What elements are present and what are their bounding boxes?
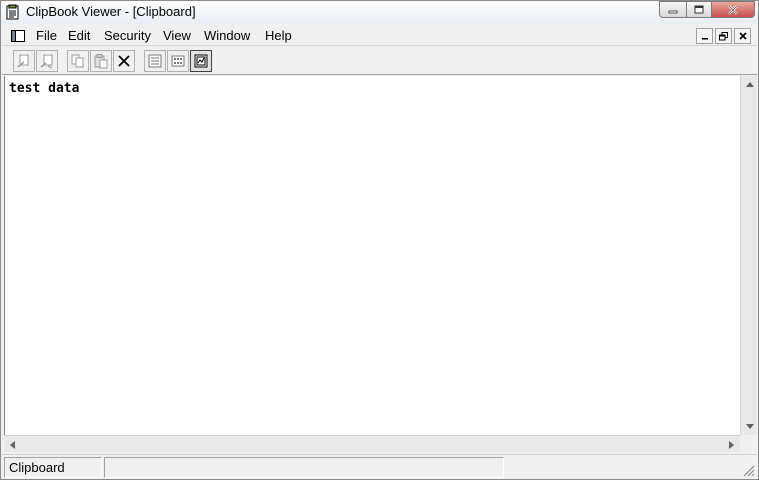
close-button[interactable] [711, 1, 755, 18]
table-of-contents-button[interactable] [144, 50, 166, 72]
copy-button[interactable] [67, 50, 89, 72]
document-minimize-button[interactable] [696, 28, 713, 44]
arrow-left-icon [10, 440, 15, 449]
clipboard-text: test data [9, 81, 80, 96]
menu-file[interactable]: File [36, 28, 57, 43]
menu-help[interactable]: Help [265, 28, 292, 43]
thumbnails-icon [171, 55, 185, 67]
clipbook-app-icon[interactable] [5, 4, 21, 20]
full-page-button[interactable] [190, 50, 212, 72]
paste-button[interactable] [90, 50, 112, 72]
table-of-contents-icon [148, 54, 162, 68]
connect-button[interactable] [13, 50, 35, 72]
status-pane-info [104, 457, 504, 478]
arrow-down-icon [745, 424, 754, 429]
menu-bar: File Edit Security View Window Help [2, 26, 757, 46]
toolbar [2, 48, 757, 75]
scroll-left-button[interactable] [4, 436, 21, 453]
maximize-button[interactable] [686, 1, 711, 18]
minimize-button[interactable] [659, 1, 686, 18]
title-bar[interactable]: ClipBook Viewer - [Clipboard] [1, 1, 758, 24]
menu-window[interactable]: Window [204, 28, 250, 43]
scroll-right-button[interactable] [723, 436, 740, 453]
full-page-icon [194, 54, 208, 68]
connect-icon [17, 54, 29, 68]
menu-edit[interactable]: Edit [68, 28, 90, 43]
document-restore-button[interactable] [715, 28, 732, 44]
minimize-icon [668, 10, 678, 13]
paste-icon [94, 54, 108, 69]
status-text: Clipboard [9, 460, 65, 475]
scrollbar-corner [740, 435, 757, 452]
scroll-down-button[interactable] [741, 418, 758, 435]
menu-view[interactable]: View [163, 28, 191, 43]
delete-button[interactable] [113, 50, 135, 72]
document-close-button[interactable] [734, 28, 751, 44]
restore-icon [719, 31, 728, 40]
thumbnails-button[interactable] [167, 50, 189, 72]
menu-security[interactable]: Security [104, 28, 151, 43]
clipboard-content[interactable]: test data [4, 76, 740, 435]
resize-grip-icon[interactable] [741, 463, 755, 477]
clipbook-viewer-window: ClipBook Viewer - [Clipboard] File Edit … [0, 0, 759, 480]
minimize-icon [701, 38, 708, 40]
maximize-icon [694, 5, 704, 13]
delete-icon [118, 55, 130, 67]
close-icon [728, 4, 738, 15]
copy-icon [71, 54, 84, 68]
disconnect-icon [40, 54, 53, 69]
status-bar: Clipboard [2, 454, 757, 479]
document-window-controls [696, 28, 751, 44]
window-controls [659, 1, 755, 18]
horizontal-scrollbar[interactable] [4, 435, 740, 452]
vertical-scrollbar[interactable] [740, 76, 757, 435]
status-pane-name: Clipboard [4, 457, 102, 478]
window-title: ClipBook Viewer - [Clipboard] [26, 4, 196, 19]
disconnect-button[interactable] [36, 50, 58, 72]
arrow-up-icon [745, 82, 754, 87]
close-icon [738, 32, 747, 40]
scroll-up-button[interactable] [741, 76, 758, 93]
document-system-menu-icon[interactable] [10, 28, 26, 44]
arrow-right-icon [729, 440, 734, 449]
